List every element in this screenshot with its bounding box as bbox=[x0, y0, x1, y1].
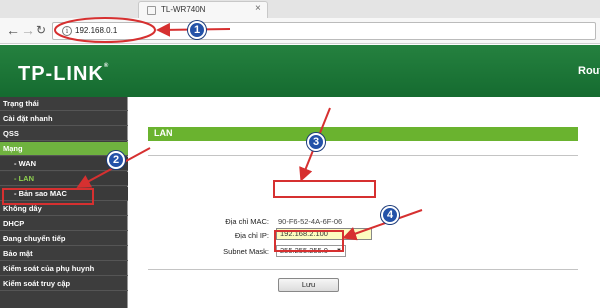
page-icon bbox=[147, 6, 156, 15]
main-content: LAN Địa chỉ MAC: 90-F6-52-4A-6F-06 Địa c… bbox=[129, 97, 600, 308]
page-header: TP-LINK® Rout bbox=[0, 45, 600, 97]
sidebar-item-mac-clone[interactable]: - Bản sao MAC bbox=[0, 187, 128, 201]
address-bar[interactable]: i 192.168.0.1 bbox=[52, 22, 596, 40]
sidebar-item-qss[interactable]: QSS bbox=[0, 127, 128, 141]
forward-icon[interactable]: → bbox=[21, 22, 35, 38]
chevron-down-icon: ▼ bbox=[336, 248, 342, 254]
save-button[interactable]: Lưu bbox=[278, 278, 339, 292]
sidebar-item-network[interactable]: Mạng bbox=[0, 142, 128, 156]
url-text[interactable]: 192.168.0.1 bbox=[75, 26, 117, 35]
browser-tab[interactable]: TL-WR740N × bbox=[138, 1, 268, 18]
sidebar-item-wireless[interactable]: Không dây bbox=[0, 202, 128, 216]
sidebar-item-quick-setup[interactable]: Cài đặt nhanh bbox=[0, 112, 128, 126]
router-admin-page: TP-LINK® Rout Trạng thái Cài đặt nhanh Q… bbox=[0, 45, 600, 308]
subnet-mask-select[interactable]: 255.255.255.0 ▼ bbox=[276, 245, 346, 257]
back-icon[interactable]: ← bbox=[6, 22, 20, 38]
sidebar-item-access-control[interactable]: Kiểm soát truy cập bbox=[0, 277, 128, 291]
sidebar: Trạng thái Cài đặt nhanh QSS Mạng - WAN … bbox=[0, 97, 128, 308]
tab-title: TL-WR740N bbox=[161, 5, 206, 14]
section-title: LAN bbox=[154, 128, 173, 138]
section-header: LAN bbox=[148, 127, 578, 141]
mac-address-value: 90-F6-52-4A-6F-06 bbox=[278, 217, 343, 226]
reload-icon[interactable]: ↻ bbox=[36, 22, 46, 38]
sidebar-item-security[interactable]: Bảo mật bbox=[0, 247, 128, 261]
tp-link-logo: TP-LINK® bbox=[18, 63, 110, 85]
mac-address-label: Địa chỉ MAC: bbox=[225, 217, 269, 226]
close-icon[interactable]: × bbox=[255, 3, 261, 14]
browser-toolbar: ← → ↻ i 192.168.0.1 bbox=[0, 18, 600, 44]
browser-tab-bar: TL-WR740N × bbox=[0, 0, 600, 18]
sidebar-item-wan[interactable]: - WAN bbox=[0, 157, 128, 171]
sidebar-item-parental-control[interactable]: Kiểm soát của phụ huynh bbox=[0, 262, 128, 276]
sidebar-item-status[interactable]: Trạng thái bbox=[0, 97, 128, 111]
sidebar-item-lan[interactable]: - LAN bbox=[0, 172, 128, 186]
ip-address-input[interactable]: 192.168.2.100 bbox=[276, 228, 372, 240]
sidebar-item-dhcp[interactable]: DHCP bbox=[0, 217, 128, 231]
ip-address-label: Địa chỉ IP: bbox=[234, 231, 269, 240]
header-model-text: Rout bbox=[578, 65, 600, 77]
sidebar-item-forwarding[interactable]: Đang chuyển tiếp bbox=[0, 232, 128, 246]
divider bbox=[148, 155, 578, 156]
info-icon[interactable]: i bbox=[62, 26, 72, 36]
subnet-mask-label: Subnet Mask: bbox=[223, 247, 269, 256]
divider bbox=[148, 269, 578, 270]
subnet-mask-value: 255.255.255.0 bbox=[280, 246, 328, 255]
